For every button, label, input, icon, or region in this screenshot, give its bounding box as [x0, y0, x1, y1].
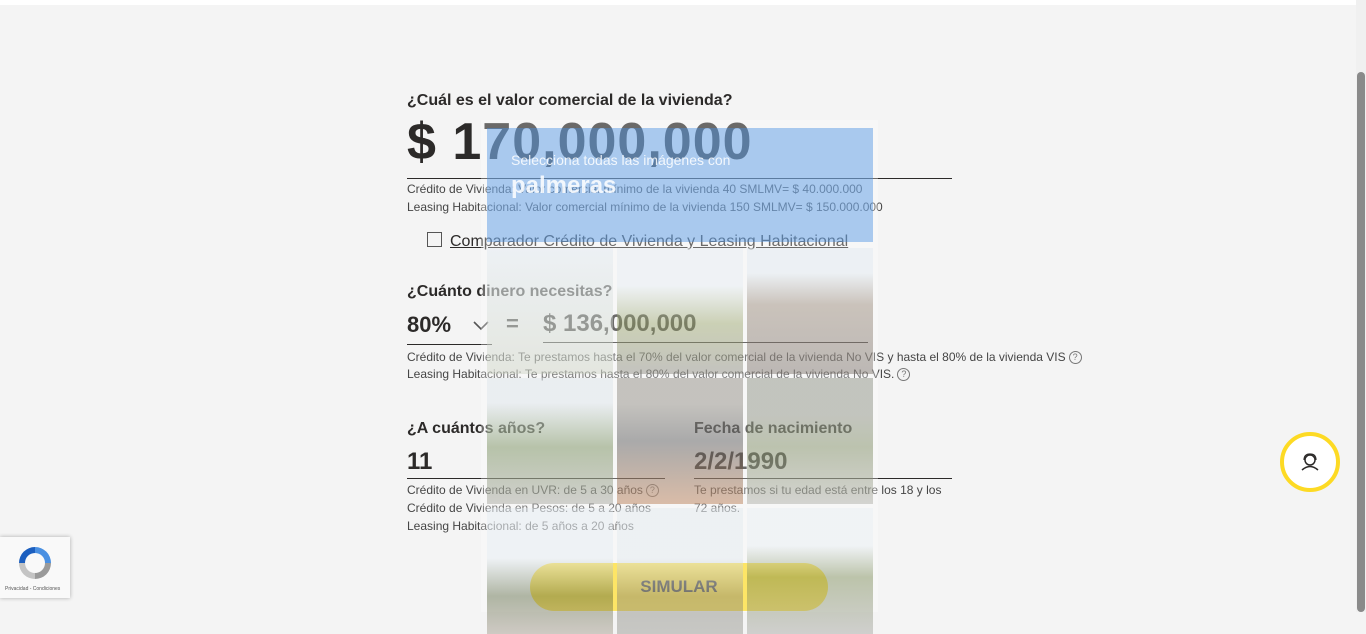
captcha-tile[interactable] [747, 248, 873, 374]
percent-select[interactable]: 80% [407, 312, 451, 338]
top-bar [0, 0, 1356, 5]
captcha-instruction: Selecciona todas las imágenes con [511, 152, 731, 168]
help-icon[interactable]: ? [897, 368, 911, 381]
captcha-tile[interactable] [617, 378, 743, 504]
captcha-tile[interactable] [747, 508, 873, 634]
years-input[interactable]: 11 [407, 448, 432, 476]
help-icon[interactable]: ? [1068, 351, 1082, 364]
captcha-tile[interactable] [487, 248, 613, 374]
captcha-header: Selecciona todas las imágenes con palmer… [487, 128, 873, 242]
advisor-icon [1301, 453, 1319, 471]
captcha-tile[interactable] [617, 248, 743, 374]
advisor-chat-button[interactable] [1280, 432, 1340, 492]
external-link-icon [427, 232, 442, 247]
scrollbar-thumb[interactable] [1357, 72, 1365, 612]
scrollbar[interactable] [1356, 0, 1366, 612]
captcha-tile[interactable] [617, 508, 743, 634]
captcha-tile[interactable] [487, 378, 613, 504]
recaptcha-label[interactable]: Privacidad - Condiciones [5, 586, 60, 592]
percent-underline [407, 344, 492, 345]
captcha-tile[interactable] [487, 508, 613, 634]
recaptcha-badge[interactable]: Privacidad - Condiciones [0, 537, 70, 598]
captcha-target: palmeras [511, 172, 617, 199]
value-question: ¿Cuál es el valor comercial de la vivien… [407, 92, 733, 109]
recaptcha-icon [19, 547, 51, 579]
captcha-tile[interactable] [747, 378, 873, 504]
